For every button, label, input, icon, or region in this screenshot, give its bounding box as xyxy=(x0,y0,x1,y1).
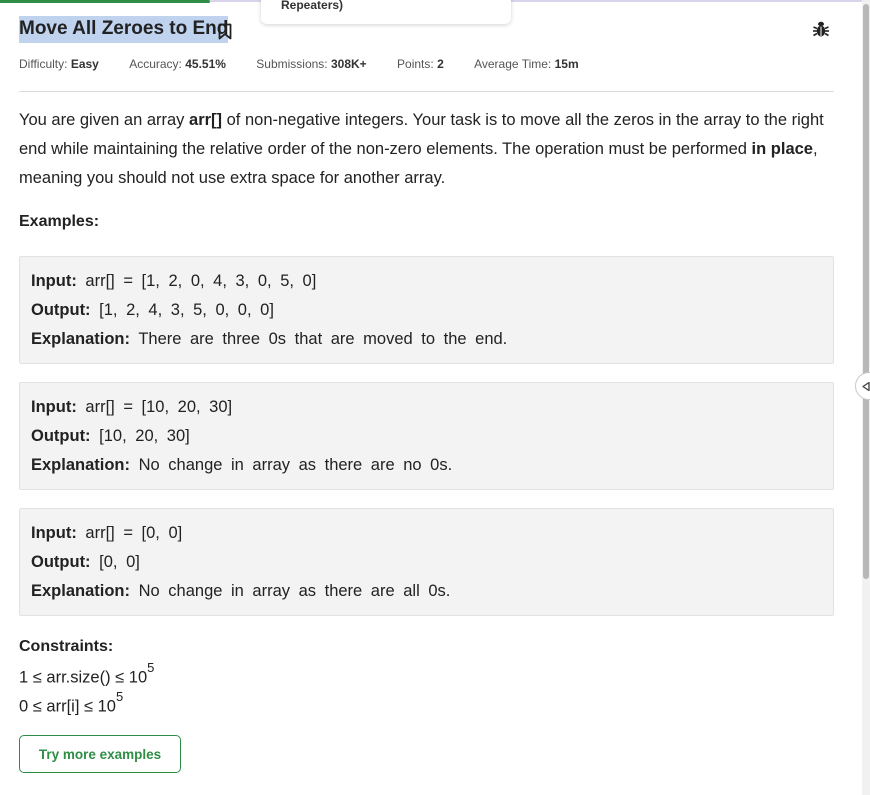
constraints-heading: Constraints: xyxy=(19,638,114,655)
meta-points: Points: 2 xyxy=(397,57,444,71)
meta-difficulty-label: Difficulty: xyxy=(19,57,68,71)
meta-accuracy: Accuracy: 45.51% xyxy=(129,57,226,71)
meta-submissions-label: Submissions: xyxy=(256,57,328,71)
explanation-value: There are three 0s that are moved to the… xyxy=(138,330,508,348)
example-explanation: Explanation: No change in array as there… xyxy=(31,577,822,606)
explanation-value: No change in array as there are no 0s. xyxy=(138,456,453,474)
chevron-left-icon xyxy=(862,382,870,391)
example-input: Input: arr[] = [1, 2, 0, 4, 3, 0, 5, 0] xyxy=(31,267,822,296)
input-value: arr[] = [0, 0] xyxy=(85,524,183,542)
output-label: Output: xyxy=(31,553,91,571)
problem-meta: Difficulty: Easy Accuracy: 45.51% Submis… xyxy=(19,57,606,71)
problem-page: Repeaters) Move All Zeroes to End Diffic… xyxy=(0,0,870,795)
title-row: Move All Zeroes to End xyxy=(19,16,834,44)
scrollbar-thumb[interactable] xyxy=(863,4,869,579)
example-box: Input: arr[] = [0, 0] Output: [0, 0] Exp… xyxy=(19,508,834,616)
example-output: Output: [0, 0] xyxy=(31,548,822,577)
problem-description: You are given an array arr[] of non-nega… xyxy=(19,106,834,193)
explanation-label: Explanation: xyxy=(31,330,131,348)
meta-average-time-value: 15m xyxy=(554,57,579,71)
output-value: [0, 0] xyxy=(99,553,140,571)
explanation-value: No change in array as there are all 0s. xyxy=(138,582,451,600)
divider xyxy=(19,91,834,92)
meta-points-label: Points: xyxy=(397,57,434,71)
description-text: You are given an array xyxy=(19,111,190,129)
constraint-exponent: 5 xyxy=(147,660,155,675)
tooltip-text: Repeaters) xyxy=(281,0,344,12)
bookmark-icon[interactable] xyxy=(218,23,232,40)
description-code: arr[] xyxy=(189,111,223,129)
output-value: [10, 20, 30] xyxy=(99,427,190,445)
meta-submissions-value: 308K+ xyxy=(330,57,367,71)
example-explanation: Explanation: There are three 0s that are… xyxy=(31,325,822,354)
meta-average-time-label: Average Time: xyxy=(474,57,552,71)
input-value: arr[] = [10, 20, 30] xyxy=(85,398,233,416)
examples-heading: Examples: xyxy=(19,213,100,230)
constraint-item: 0 ≤ arr[i] ≤ 105 xyxy=(19,689,123,717)
description-emphasis: in place xyxy=(751,140,813,158)
example-explanation: Explanation: No change in array as there… xyxy=(31,451,822,480)
meta-average-time: Average Time: 15m xyxy=(474,57,579,71)
example-box: Input: arr[] = [1, 2, 0, 4, 3, 0, 5, 0] … xyxy=(19,256,834,364)
output-label: Output: xyxy=(31,301,91,319)
bug-icon[interactable] xyxy=(812,20,830,38)
problem-title: Move All Zeroes to End xyxy=(19,16,229,43)
meta-points-value: 2 xyxy=(437,57,444,71)
output-value: [1, 2, 4, 3, 5, 0, 0, 0] xyxy=(99,301,274,319)
meta-difficulty-value: Easy xyxy=(70,57,99,71)
progress-bar xyxy=(0,0,210,3)
input-label: Input: xyxy=(31,524,77,542)
constraint-item: 1 ≤ arr.size() ≤ 105 xyxy=(19,660,154,688)
explanation-label: Explanation: xyxy=(31,582,131,600)
output-label: Output: xyxy=(31,427,91,445)
constraint-text: 1 ≤ arr.size() ≤ 10 xyxy=(19,668,148,687)
explanation-label: Explanation: xyxy=(31,456,131,474)
meta-accuracy-value: 45.51% xyxy=(185,57,226,71)
input-label: Input: xyxy=(31,398,77,416)
try-more-examples-button[interactable]: Try more examples xyxy=(19,735,181,773)
input-label: Input: xyxy=(31,272,77,290)
input-value: arr[] = [1, 2, 0, 4, 3, 0, 5, 0] xyxy=(85,272,317,290)
constraint-text: 0 ≤ arr[i] ≤ 10 xyxy=(19,697,116,716)
meta-accuracy-label: Accuracy: xyxy=(129,57,182,71)
example-input: Input: arr[] = [0, 0] xyxy=(31,519,822,548)
constraint-exponent: 5 xyxy=(115,689,124,704)
panel-collapse-button[interactable] xyxy=(855,372,870,400)
meta-difficulty: Difficulty: Easy xyxy=(19,57,99,71)
meta-submissions: Submissions: 308K+ xyxy=(256,57,366,71)
example-output: Output: [10, 20, 30] xyxy=(31,422,822,451)
example-box: Input: arr[] = [10, 20, 30] Output: [10,… xyxy=(19,382,834,490)
example-output: Output: [1, 2, 4, 3, 5, 0, 0, 0] xyxy=(31,296,822,325)
example-input: Input: arr[] = [10, 20, 30] xyxy=(31,393,822,422)
